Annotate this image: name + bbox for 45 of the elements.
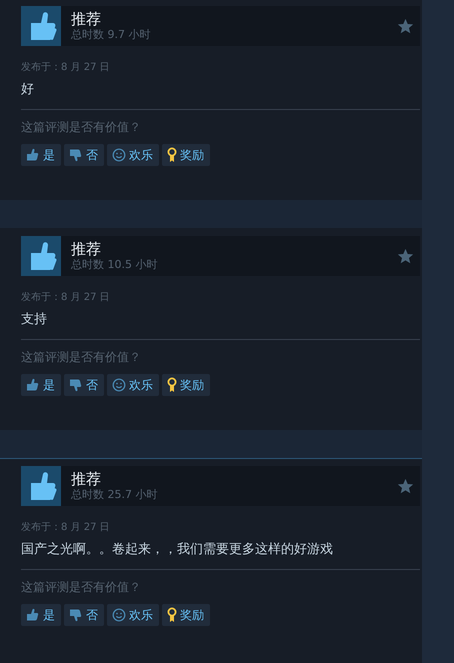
vote-button[interactable]: 是: [21, 604, 61, 626]
award-icon: [167, 147, 177, 163]
thumbs-up-icon: [21, 466, 61, 506]
vote-button[interactable]: 欢乐: [107, 144, 159, 166]
vote-button[interactable]: 奖励: [162, 144, 210, 166]
playtime-text: 总时数 10.5 小时: [71, 258, 158, 271]
star-icon[interactable]: [397, 18, 414, 34]
vote-button[interactable]: 奖励: [162, 604, 210, 626]
vote-button[interactable]: 欢乐: [107, 374, 159, 396]
thumbs-up-icon: [21, 236, 61, 276]
vote-button[interactable]: 否: [64, 144, 104, 166]
thumbs-down-icon: [69, 378, 83, 392]
review-text: 国产之光啊。。卷起来，，我们需要更多这样的好游戏: [21, 542, 334, 558]
helpful-question: 这篇评测是否有价值？: [21, 349, 142, 366]
vote-button[interactable]: 是: [21, 374, 61, 396]
smiley-icon: [112, 378, 126, 392]
playtime-text: 总时数 9.7 小时: [71, 28, 152, 41]
verdict-title: 推荐: [71, 241, 102, 258]
review-text: 支持: [21, 312, 48, 328]
vote-button[interactable]: 否: [64, 374, 104, 396]
posted-date: 发布于：8 月 27 日: [21, 61, 111, 74]
review-text: 好: [21, 82, 35, 98]
thumbs-up-icon: [26, 378, 40, 392]
star-icon[interactable]: [397, 478, 414, 494]
vote-button[interactable]: 欢乐: [107, 604, 159, 626]
vote-button[interactable]: 否: [64, 604, 104, 626]
vote-button[interactable]: 奖励: [162, 374, 210, 396]
smiley-icon: [112, 608, 126, 622]
helpful-question: 这篇评测是否有价值？: [21, 579, 142, 596]
posted-date: 发布于：8 月 27 日: [21, 521, 111, 534]
smiley-icon: [112, 148, 126, 162]
vote-button[interactable]: 是: [21, 144, 61, 166]
thumbs-down-icon: [69, 608, 83, 622]
star-icon[interactable]: [397, 248, 414, 264]
thumbs-up-icon: [21, 6, 61, 46]
thumbs-down-icon: [69, 148, 83, 162]
thumbs-up-icon: [26, 608, 40, 622]
posted-date: 发布于：8 月 27 日: [21, 291, 111, 304]
award-icon: [167, 607, 177, 623]
thumbs-up-icon: [26, 148, 40, 162]
verdict-title: 推荐: [71, 11, 102, 28]
award-icon: [167, 377, 177, 393]
playtime-text: 总时数 25.7 小时: [71, 488, 158, 501]
verdict-title: 推荐: [71, 471, 102, 488]
helpful-question: 这篇评测是否有价值？: [21, 119, 142, 136]
